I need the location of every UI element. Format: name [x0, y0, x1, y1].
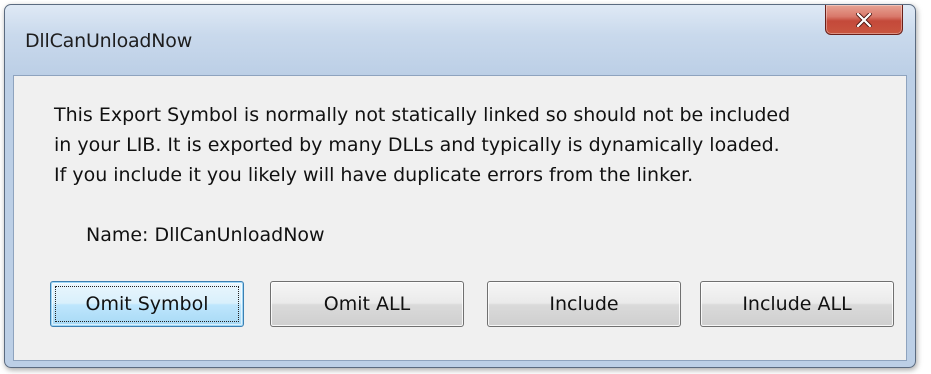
- include-all-button-label: Include ALL: [742, 293, 852, 315]
- include-button[interactable]: Include: [487, 281, 681, 327]
- symbol-name-label: Name: DllCanUnloadNow: [86, 224, 325, 246]
- include-all-button[interactable]: Include ALL: [700, 281, 894, 327]
- dialog-message: This Export Symbol is normally not stati…: [54, 100, 894, 190]
- omit-symbol-button[interactable]: Omit Symbol: [50, 281, 244, 327]
- message-line: This Export Symbol is normally not stati…: [54, 104, 791, 126]
- message-line: If you include it you likely will have d…: [54, 164, 694, 186]
- omit-all-button-label: Omit ALL: [323, 293, 411, 315]
- close-button[interactable]: [825, 5, 903, 35]
- dialog-window: DllCanUnloadNow This Export Symbol is no…: [4, 4, 916, 368]
- omit-all-button[interactable]: Omit ALL: [270, 281, 464, 327]
- close-icon: [856, 12, 872, 27]
- dialog-title: DllCanUnloadNow: [25, 30, 193, 52]
- title-bar[interactable]: DllCanUnloadNow: [5, 5, 915, 75]
- omit-symbol-button-label: Omit Symbol: [85, 293, 209, 315]
- include-button-label: Include: [549, 293, 619, 315]
- dialog-client-area: This Export Symbol is normally not stati…: [13, 75, 907, 361]
- message-line: in your LIB. It is exported by many DLLs…: [54, 134, 780, 156]
